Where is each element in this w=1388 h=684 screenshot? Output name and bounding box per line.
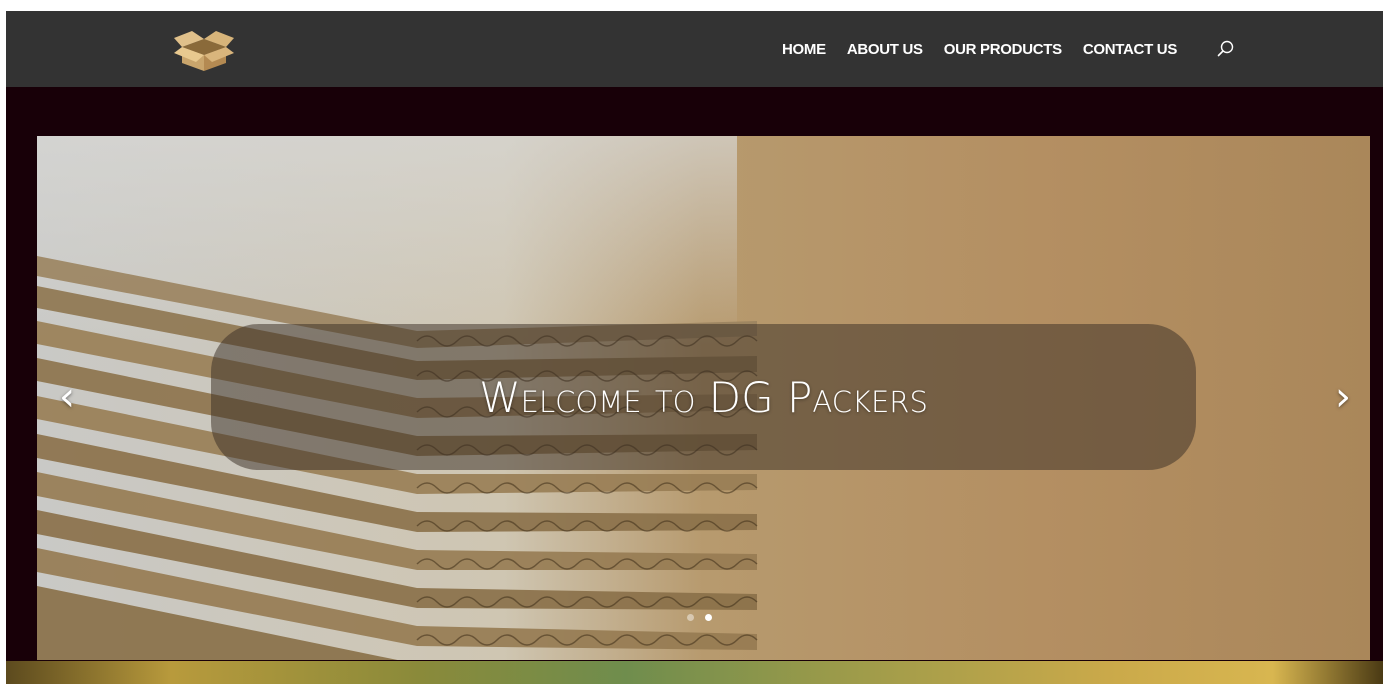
next-section-preview	[6, 661, 1383, 684]
slider-prev-button[interactable]: ‹	[52, 374, 82, 420]
main-nav: HOME ABOUT US OUR PRODUCTS CONTACT US	[782, 11, 1198, 87]
nav-our-products[interactable]: OUR PRODUCTS	[944, 41, 1062, 58]
nav-contact-us[interactable]: CONTACT US	[1083, 41, 1178, 58]
slide-caption: Welcome to DG Packers	[479, 372, 928, 422]
hero-slider: Welcome to DG Packers ‹ ›	[37, 136, 1370, 660]
slide-caption-box: Welcome to DG Packers	[211, 324, 1196, 470]
slider-next-button[interactable]: ›	[1328, 374, 1358, 420]
nav-about-us[interactable]: ABOUT US	[847, 41, 923, 58]
logo[interactable]	[174, 25, 234, 71]
slider-dot-1[interactable]	[687, 614, 694, 621]
search-icon[interactable]	[1216, 39, 1236, 59]
slider-dots	[687, 614, 723, 621]
slider-dot-2[interactable]	[705, 614, 712, 621]
chevron-left-icon: ‹	[59, 374, 75, 420]
chevron-right-icon: ›	[1335, 374, 1351, 420]
site-header: HOME ABOUT US OUR PRODUCTS CONTACT US	[6, 11, 1383, 87]
nav-home[interactable]: HOME	[782, 41, 826, 58]
page: HOME ABOUT US OUR PRODUCTS CONTACT US We…	[6, 11, 1383, 684]
